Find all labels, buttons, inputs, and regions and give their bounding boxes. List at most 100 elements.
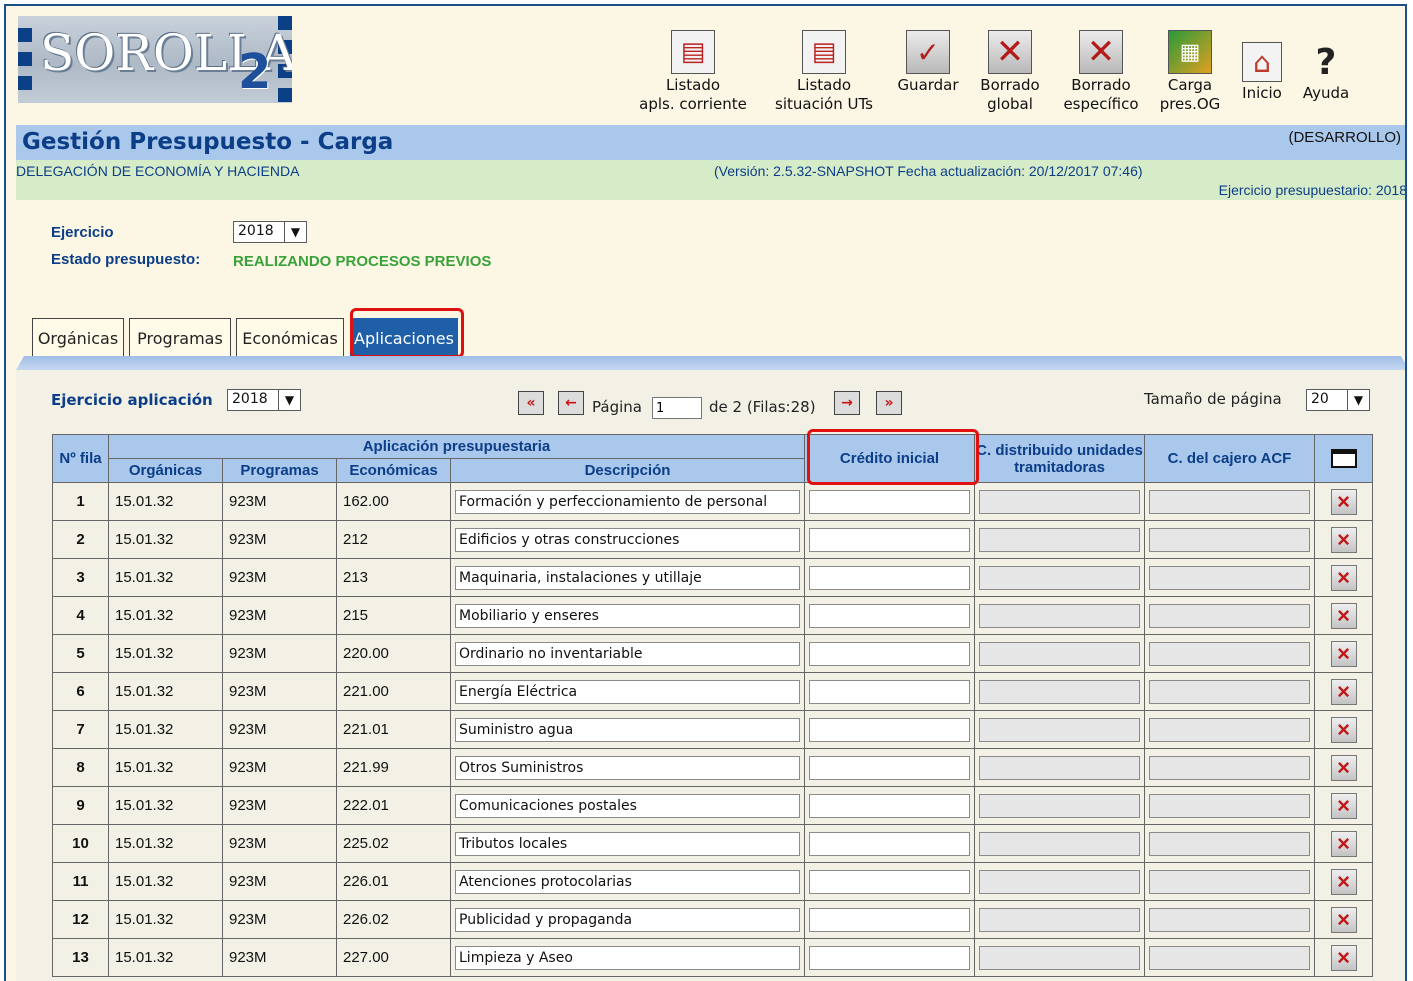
credito-inicial-input[interactable] [809,793,970,818]
page-size-select[interactable]: 20 ▼ [1306,389,1370,411]
credito-inicial-input[interactable] [809,869,970,894]
credito-inicial-input[interactable] [809,489,970,514]
programa-cell: 923M [222,520,337,559]
tab-economicas[interactable]: Económicas [236,318,344,358]
guardar-button[interactable]: ✓ Guardar [892,30,964,95]
delete-row-button[interactable]: × [1330,564,1357,591]
header-aplicacion-group: Aplicación presupuestaria [108,434,805,459]
next-page-button[interactable]: → [834,391,860,415]
cajero-input [1149,831,1310,856]
delete-cell: × [1314,520,1373,559]
descripcion-input[interactable]: Edificios y otras construcciones [455,527,800,552]
distribuido-input [979,945,1140,970]
credito-inicial-input[interactable] [809,717,970,742]
descripcion-input[interactable]: Tributos locales [455,831,800,856]
descripcion-input[interactable]: Energía Eléctrica [455,679,800,704]
descripcion-input[interactable]: Suministro agua [455,717,800,742]
row-number: 13 [52,938,109,977]
table-row: 7 15.01.32 923M 221.01 Suministro agua × [52,710,1373,749]
organica-cell: 15.01.32 [108,596,223,635]
credito-inicial-input[interactable] [809,755,970,780]
distribuido-input [979,679,1140,704]
borrado-especifico-button[interactable]: ✕ Borrado específico [1056,30,1146,114]
last-page-button[interactable]: » [876,391,902,415]
arrow-left-icon: ← [565,395,577,411]
delete-row-button[interactable]: × [1330,792,1357,819]
ejercicio-select[interactable]: 2018 ▼ [233,221,307,243]
tab-organicas[interactable]: Orgánicas [32,318,124,358]
inicio-button[interactable]: ⌂ Inicio [1234,42,1290,103]
credito-inicial-input[interactable] [809,565,970,590]
carga-pres-og-button[interactable]: ▦ Carga pres.OG [1152,30,1228,114]
organica-cell: 15.01.32 [108,634,223,673]
credito-inicial-input[interactable] [809,945,970,970]
distribuido-input [979,717,1140,742]
cajero-input [1149,755,1310,780]
descripcion-input[interactable]: Atenciones protocolarias [455,869,800,894]
delete-row-button[interactable]: × [1330,906,1357,933]
credito-inicial-input[interactable] [809,641,970,666]
table-row: 11 15.01.32 923M 226.01 Atenciones protocola… [52,862,1373,901]
delete-row-button[interactable]: × [1330,754,1357,781]
delete-x-icon: × [1337,526,1350,552]
page-size-label: Tamaño de página [1144,390,1282,408]
descripcion-input[interactable]: Limpieza y Aseo [455,945,800,970]
previous-page-button[interactable]: ← [558,391,584,415]
descripcion-input[interactable]: Maquinaria, instalaciones y utillaje [455,565,800,590]
ejercicio-aplicacion-select[interactable]: 2018 ▼ [227,389,301,411]
delete-row-button[interactable]: × [1330,716,1357,743]
delete-x-icon: ✕ [988,30,1032,74]
programa-cell: 923M [222,900,337,939]
header-folder[interactable] [1314,434,1373,483]
header-programas: Programas [222,458,337,483]
programa-cell: 923M [222,824,337,863]
table-row: 1 15.01.32 923M 162.00 Formación y perfeccio… [52,482,1373,521]
descripcion-input[interactable]: Ordinario no inventariable [455,641,800,666]
table-row: 10 15.01.32 923M 225.02 Tributos locales × [52,824,1373,863]
credito-inicial-input[interactable] [809,603,970,628]
first-page-button[interactable]: « [518,391,544,415]
distribuido-cell [974,862,1145,901]
borrado-global-button[interactable]: ✕ Borrado global [972,30,1048,114]
delete-row-button[interactable]: × [1330,868,1357,895]
credito-inicial-input[interactable] [809,679,970,704]
descripcion-input[interactable]: Mobiliario y enseres [455,603,800,628]
listado-situacion-button[interactable]: ▤ Listado situación UTs [764,30,884,114]
programa-cell: 923M [222,748,337,787]
descripcion-input[interactable]: Publicidad y propaganda [455,907,800,932]
distribuido-input [979,793,1140,818]
delete-cell: × [1314,862,1373,901]
descripcion-input[interactable]: Otros Suministros [455,755,800,780]
pdf-document-icon: ▤ [802,30,846,74]
distribuido-cell [974,938,1145,977]
descripcion-input[interactable]: Comunicaciones postales [455,793,800,818]
credito-inicial-input[interactable] [809,831,970,856]
credito-inicial-input[interactable] [809,527,970,552]
delete-row-button[interactable]: × [1330,678,1357,705]
department-label: DELEGACIÓN DE ECONOMÍA Y HACIENDA [16,163,300,179]
row-number: 4 [52,596,109,635]
tab-programas[interactable]: Programas [129,318,231,358]
delete-row-button[interactable]: × [1330,488,1357,515]
version-label: (Versión: 2.5.32-SNAPSHOT Fecha actualiz… [714,163,1143,179]
delete-row-button[interactable]: × [1330,830,1357,857]
descripcion-cell: Suministro agua [450,710,805,749]
load-budget-icon: ▦ [1168,30,1212,74]
delete-row-button[interactable]: × [1330,640,1357,667]
cajero-input [1149,489,1310,514]
credito-inicial-input[interactable] [809,907,970,932]
ayuda-button[interactable]: ? Ayuda [1296,42,1356,103]
delete-row-button[interactable]: × [1330,944,1357,971]
delete-row-button[interactable]: × [1330,526,1357,553]
economica-cell: 225.02 [336,824,451,863]
descripcion-cell: Otros Suministros [450,748,805,787]
delete-x-icon: × [1337,754,1350,780]
delete-x-icon: × [1337,868,1350,894]
distribuido-cell [974,482,1145,521]
descripcion-input[interactable]: Formación y perfeccionamiento de persona… [455,489,800,514]
page-number-input[interactable]: 1 [652,397,702,419]
help-icon: ? [1315,41,1337,83]
delete-row-button[interactable]: × [1330,602,1357,629]
info-bar: DELEGACIÓN DE ECONOMÍA Y HACIENDA (Versi… [16,160,1405,200]
listado-aplicaciones-button[interactable]: ▤ Listado apls. corriente [630,30,756,114]
